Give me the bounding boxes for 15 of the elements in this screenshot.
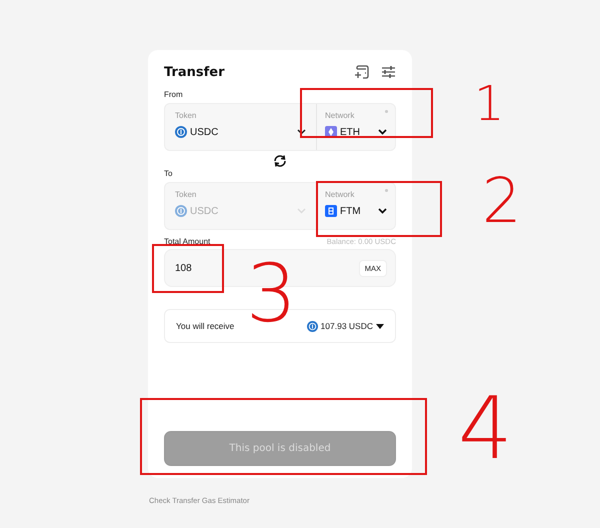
wallet-add-icon[interactable]: [354, 65, 370, 79]
annotation-number: 4: [458, 386, 513, 472]
section-label: To: [164, 169, 172, 178]
receive-label: You will receive: [176, 321, 234, 331]
usdc-coin-icon: [306, 320, 318, 332]
caret-icon: [376, 324, 384, 328]
card-title: Transfer: [164, 64, 224, 80]
settings-icon[interactable]: [381, 65, 396, 79]
annotation-box: [152, 244, 224, 293]
receive-amount: 107.93 USDC: [320, 321, 373, 331]
section-label: Total Amount: [164, 237, 210, 246]
annotation-number: 2: [482, 170, 522, 232]
annotation-number: 1: [474, 80, 505, 128]
swap-icon[interactable]: [273, 155, 287, 167]
section-label: From: [164, 90, 183, 99]
